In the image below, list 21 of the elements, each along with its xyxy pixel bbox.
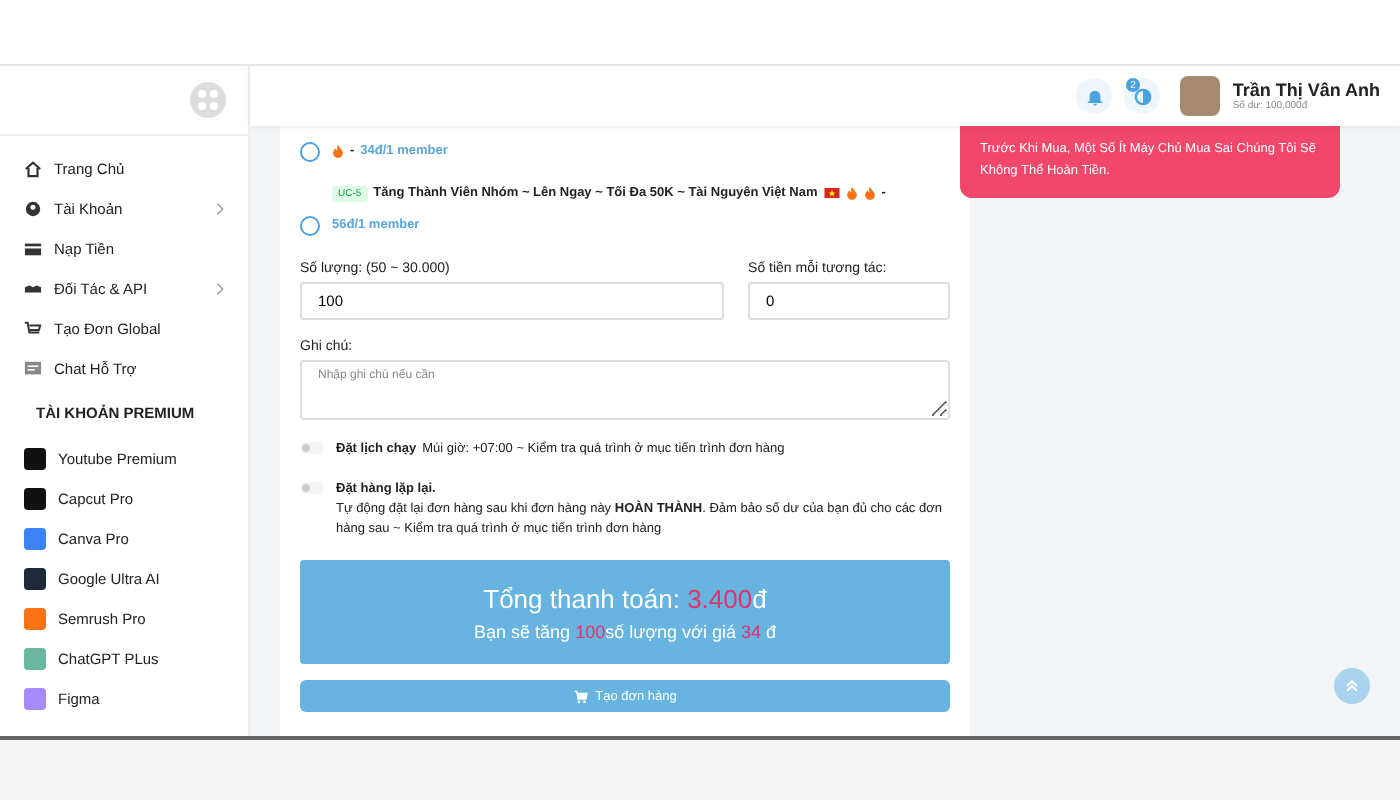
home-icon (24, 159, 42, 177)
fire-icon (332, 144, 344, 158)
user-icon (24, 199, 42, 217)
double-chevron-up-icon (1344, 678, 1360, 694)
scroll-top-button[interactable] (1334, 668, 1370, 704)
total-text: Tổng thanh toán: 3.400đ (483, 583, 767, 613)
toggle-switch[interactable] (300, 442, 324, 454)
flag-icon (823, 188, 840, 198)
radio-button[interactable] (300, 142, 320, 162)
cart-icon (24, 319, 42, 337)
cart-icon (573, 689, 588, 703)
handshake-icon (24, 279, 42, 297)
radio-button[interactable] (300, 216, 320, 236)
summary-text: Bạn sẽ tăng 100số lượng với giá 34 đ (474, 621, 776, 641)
user-name: Trần Thị Vân Anh (1232, 80, 1380, 100)
theme-icon[interactable] (1124, 78, 1161, 114)
toggle-switch[interactable] (300, 482, 324, 494)
avatar-placeholder[interactable] (1180, 76, 1221, 116)
chat-icon (24, 359, 42, 377)
card-icon (24, 239, 42, 257)
bell-icon[interactable] (1076, 78, 1113, 114)
